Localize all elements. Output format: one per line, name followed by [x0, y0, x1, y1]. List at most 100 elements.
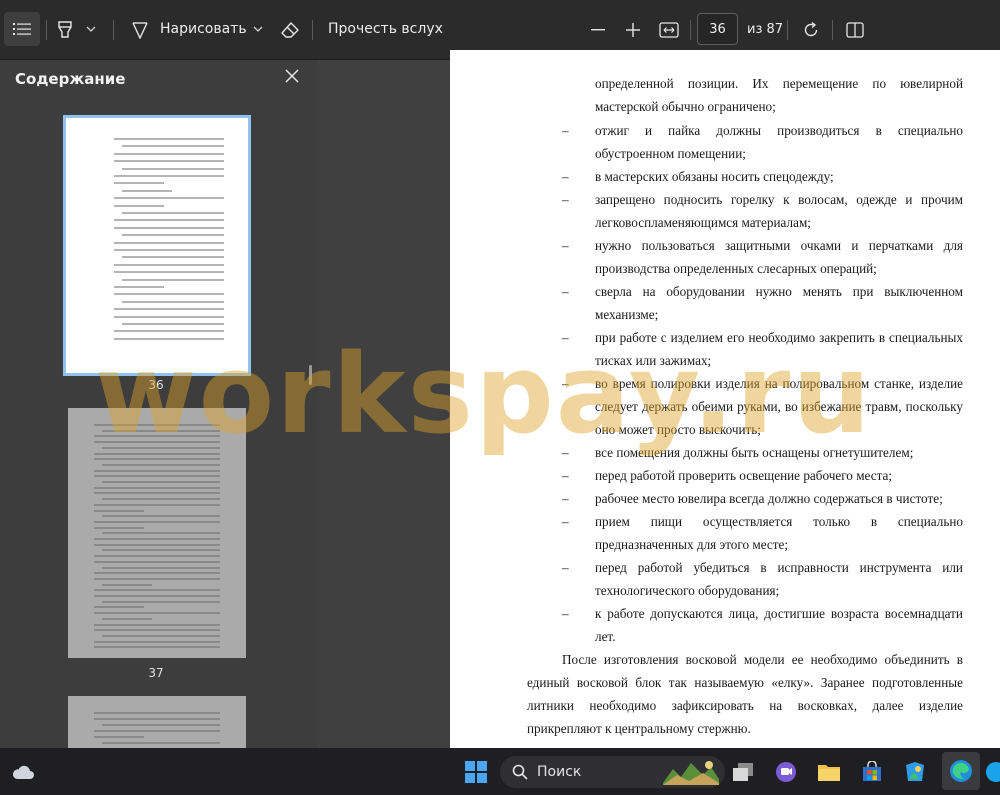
thumbnail-text-line — [94, 435, 220, 438]
document-text-line: технологического оборудования; — [595, 583, 780, 598]
draw-options-chevron[interactable] — [251, 22, 265, 36]
page-thumbnail-36[interactable] — [63, 115, 251, 376]
document-text-line: рабочее место ювелира всегда должно соде… — [595, 491, 943, 506]
thumbnail-text-line — [94, 509, 144, 512]
thumbnail-text-line — [122, 278, 224, 281]
thumbnail-text-line — [94, 640, 220, 643]
zoom-out-button[interactable] — [588, 19, 608, 41]
thumbnail-text-line — [102, 498, 220, 501]
document-text-line: единый восковой блок так называемую «елк… — [527, 675, 963, 690]
document-text-line: лет. — [595, 629, 616, 644]
thumbnail-text-line — [114, 226, 224, 229]
start-button[interactable] — [461, 757, 491, 787]
document-text-line: сверла на оборудовании нужно менять при … — [595, 284, 963, 299]
thumbnail-text-line — [94, 503, 220, 506]
rotate-icon — [804, 21, 818, 37]
thumbnail-text-line — [102, 566, 220, 569]
list-bullet-dash: – — [562, 514, 569, 529]
thumbnail-text-line — [94, 492, 220, 495]
sidebar-scrollbar[interactable] — [309, 365, 312, 385]
thumbnail-text-line — [94, 623, 220, 626]
teams-chat-button[interactable] — [771, 757, 801, 787]
document-text-line: обустроенном помещении; — [595, 146, 746, 161]
thumbnail-text-line — [94, 469, 220, 472]
thumbnail-text-line — [102, 617, 152, 620]
edge-browser-button[interactable] — [942, 752, 980, 790]
thumbnail-text-line — [94, 458, 220, 461]
document-text-line: перед работой проверить освещение рабоче… — [595, 468, 893, 483]
rotate-button[interactable] — [800, 19, 822, 41]
document-text-line: оно может просто выскочить; — [595, 422, 761, 437]
thumbnail-text-line — [94, 538, 220, 540]
thumbnail-text-line — [102, 724, 220, 726]
pen-icon — [132, 22, 148, 39]
search-icon — [512, 764, 528, 780]
thumbnail-text-line — [122, 300, 224, 303]
thumbnail-text-line — [94, 595, 220, 597]
taskbar-search[interactable]: Поиск — [500, 756, 725, 788]
read-aloud-button[interactable]: Прочесть вслух — [328, 21, 443, 37]
thumbnail-text-line — [102, 549, 220, 552]
highlighter-icon — [58, 21, 72, 38]
document-text-line: прикрепляют к центральному стержню. — [527, 721, 751, 736]
thumbnail-text-line — [114, 293, 224, 296]
file-explorer-button[interactable] — [814, 757, 844, 787]
document-text-line: запрещено подносить горелку к волосам, о… — [595, 192, 963, 207]
microsoft-store-button[interactable] — [857, 757, 887, 787]
thumbnail-text-line — [94, 730, 220, 732]
close-sidebar-button[interactable] — [280, 64, 304, 88]
page-number-input[interactable]: 36 — [697, 13, 738, 45]
thumbnail-page-number: 36 — [148, 378, 164, 392]
photos-app-button[interactable] — [900, 757, 930, 787]
task-view-button[interactable] — [728, 757, 758, 787]
document-text-line: нужно пользоваться защитными очками и пе… — [595, 238, 963, 253]
page-thumbnail-37[interactable] — [68, 408, 246, 658]
cloud-icon — [12, 765, 34, 779]
thumbnail-text-line — [114, 286, 164, 288]
document-text-line: предназначенных для этого месте; — [595, 537, 789, 552]
document-text-line: отжиг и пайка должны производиться в спе… — [595, 123, 963, 138]
eraser-button[interactable] — [279, 19, 301, 41]
highlight-button[interactable] — [55, 19, 75, 41]
draw-button-label[interactable]: Нарисовать — [160, 21, 247, 37]
document-text-line: определенной позиции. Их перемещение по … — [595, 76, 963, 91]
task-view-icon — [733, 763, 753, 781]
draw-icon-button[interactable] — [130, 19, 150, 41]
search-label: Поиск — [537, 764, 582, 780]
thumbnail-text-line — [102, 532, 220, 535]
toolbar-divider — [113, 20, 114, 40]
two-page-icon — [846, 22, 864, 38]
thumbnail-text-line — [94, 543, 220, 546]
document-text-line: во время полировки изделия на полироваль… — [595, 376, 963, 391]
thumbnail-text-line — [94, 560, 220, 563]
thumbnail-text-line — [94, 736, 144, 738]
chevron-down-icon — [86, 26, 96, 32]
list-bullet-dash: – — [562, 192, 569, 207]
table-of-contents-button[interactable] — [4, 12, 40, 46]
page-view-button[interactable] — [843, 19, 867, 41]
thumbnail-text-line — [114, 263, 224, 266]
thumbnail-text-line — [122, 189, 172, 192]
fit-to-width-button[interactable] — [657, 19, 681, 41]
pdf-reader-window: Нарисовать Прочесть вслух 36 из 87 Содер… — [0, 0, 1000, 795]
pinned-app-button[interactable] — [985, 757, 1000, 787]
toolbar-divider — [787, 20, 788, 40]
close-icon — [285, 69, 299, 83]
page-thumbnail-38[interactable] — [68, 696, 246, 748]
highlight-options-chevron[interactable] — [84, 22, 98, 36]
weather-widget[interactable] — [8, 757, 38, 787]
search-highlight-illustration — [663, 761, 719, 785]
document-text-line: к работе допускаются лица, достигшие воз… — [595, 606, 963, 621]
chevron-down-icon — [253, 26, 263, 32]
document-text-line: все помещения должны быть оснащены огнет… — [595, 445, 914, 460]
taskbar: Поиск — [0, 748, 1000, 795]
fit-width-icon — [659, 22, 679, 38]
thumbnail-text-line — [114, 271, 224, 274]
thumbnail-text-line — [114, 197, 224, 200]
document-page: определенной позиции. Их перемещение по … — [450, 50, 1000, 748]
document-text-line: легковоспламеняющимся материалам; — [595, 215, 811, 230]
thumbnail-text-line — [102, 429, 220, 432]
zoom-in-button[interactable] — [623, 19, 643, 41]
thumbnail-text-line — [114, 152, 224, 155]
thumbnail-text-line — [122, 145, 224, 148]
